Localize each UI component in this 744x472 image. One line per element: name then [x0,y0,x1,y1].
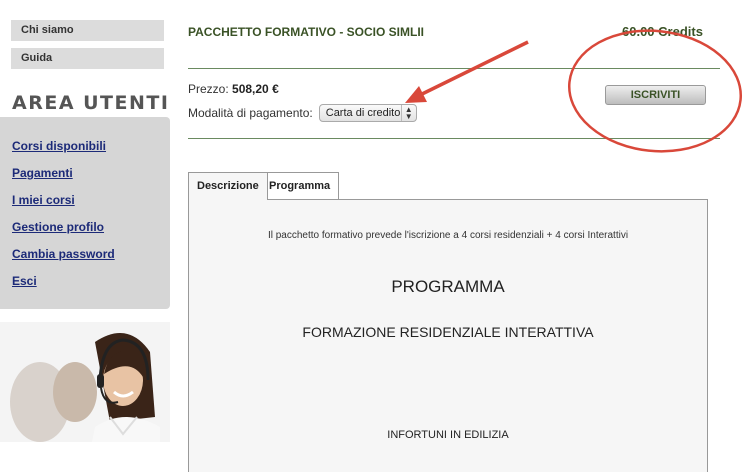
tab-descrizione[interactable]: Descrizione [188,172,268,200]
support-operator-photo [0,322,170,442]
select-arrows-icon: ▲ ▼ [400,105,416,121]
program-subheading: FORMAZIONE RESIDENZIALE INTERATTIVA [302,324,594,340]
link-corsi-disponibili[interactable]: Corsi disponibili [12,139,106,153]
link-gestione-profilo[interactable]: Gestione profilo [12,220,104,234]
package-credits: 60.00 Credits [622,24,703,39]
payment-label: Modalità di pagamento: [188,106,313,120]
description-text: Il pacchetto formativo prevede l'iscrizi… [267,230,629,241]
price-value: 508,20 € [232,82,279,96]
link-esci[interactable]: Esci [12,274,37,288]
nav-link-chi-siamo[interactable]: Chi siamo [11,20,164,41]
program-item: INFORTUNI IN EDILIZIA [387,429,509,441]
price-row: Prezzo: 508,20 € [188,82,279,96]
payment-row: Modalità di pagamento: Carta di credito … [188,104,417,122]
payment-method-select[interactable]: Carta di credito ▲ ▼ [318,104,417,122]
tab-content-panel: Il pacchetto formativo prevede l'iscrizi… [188,199,708,472]
divider-bottom [188,138,720,139]
price-label: Prezzo: [188,82,229,96]
package-title: PACCHETTO FORMATIVO - SOCIO SIMLII [188,25,424,39]
divider-top [188,68,720,69]
tab-programma[interactable]: Programma [260,172,340,199]
program-heading: PROGRAMMA [391,277,505,296]
link-cambia-password[interactable]: Cambia password [12,247,115,261]
link-pagamenti[interactable]: Pagamenti [12,166,73,180]
link-miei-corsi[interactable]: I miei corsi [12,193,75,207]
subscribe-button[interactable]: ISCRIVITI [605,85,706,105]
nav-link-guida[interactable]: Guida [11,48,164,69]
annotation-arrow-icon [417,40,529,98]
area-utenti-title: AREA UTENTI [12,92,170,114]
annotation-arrowhead-icon [405,86,427,103]
payment-selected-value: Carta di credito [325,107,401,119]
